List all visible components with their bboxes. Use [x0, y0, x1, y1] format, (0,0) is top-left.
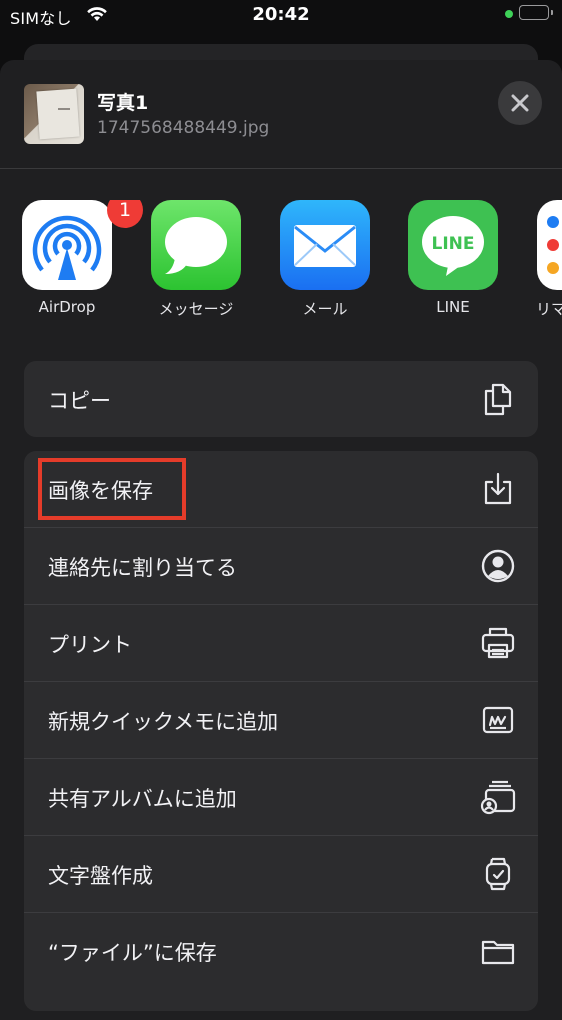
app-reminders[interactable]: リマ	[534, 200, 562, 319]
quick-note-action[interactable]: 新規クイックメモに追加	[24, 682, 538, 759]
shared-album-action[interactable]: 共有アルバムに追加	[24, 759, 538, 836]
save-to-files-label: “ファイル”に保存	[48, 941, 217, 965]
app-label: リマ	[536, 300, 562, 318]
status-bar: SIMなし 20:42	[0, 0, 562, 34]
battery-icon	[519, 5, 549, 20]
shared-album-icon	[480, 779, 516, 815]
watch-face-label: 文字盤作成	[48, 864, 153, 888]
quick-note-icon	[480, 702, 516, 738]
airdrop-icon	[22, 200, 112, 290]
shared-album-label: 共有アルバムに追加	[48, 787, 237, 811]
copy-group: コピー	[24, 361, 538, 437]
highlight-annotation-box	[38, 458, 186, 520]
action-list: 画像を保存 連絡先に割り当てる プリント 新規クイックメモに追加 共有アルバムに…	[24, 451, 538, 1011]
printer-icon	[480, 625, 516, 661]
quick-note-label: 新規クイックメモに追加	[48, 710, 279, 734]
app-airdrop[interactable]: 1 AirDrop	[19, 200, 143, 316]
copy-label: コピー	[48, 389, 111, 413]
app-row: 1 AirDrop メッセージ メール LINE LINE リマ	[0, 200, 562, 330]
share-sheet-header: 写真1 1747568488449.jpg	[0, 60, 562, 169]
line-icon: LINE	[408, 200, 498, 290]
assign-to-contact-action[interactable]: 連絡先に割り当てる	[24, 528, 538, 605]
watch-icon	[480, 856, 516, 892]
print-action[interactable]: プリント	[24, 605, 538, 682]
share-sheet: 写真1 1747568488449.jpg 1 AirDrop メッセージ メー…	[0, 60, 562, 1020]
copy-action[interactable]: コピー	[24, 361, 538, 437]
line-logo-text: LINE	[432, 234, 475, 254]
app-line[interactable]: LINE LINE	[405, 200, 501, 316]
notification-badge: 1	[107, 200, 143, 228]
print-label: プリント	[48, 633, 132, 657]
save-to-files-action[interactable]: “ファイル”に保存	[24, 913, 538, 989]
close-icon	[511, 94, 529, 112]
app-label: LINE	[436, 298, 470, 316]
app-label: AirDrop	[38, 298, 96, 316]
assign-contact-label: 連絡先に割り当てる	[48, 556, 237, 580]
app-label: メッセージ	[158, 300, 234, 318]
reminders-icon	[537, 200, 562, 290]
item-filename: 1747568488449.jpg	[97, 118, 270, 138]
contact-icon	[480, 548, 516, 584]
app-messages[interactable]: メッセージ	[148, 200, 244, 319]
app-label: メール	[302, 300, 348, 318]
mail-icon	[280, 200, 370, 290]
app-mail[interactable]: メール	[277, 200, 373, 319]
photo-thumbnail	[24, 84, 84, 144]
close-button[interactable]	[498, 81, 542, 125]
clock: 20:42	[252, 4, 310, 25]
item-title: 写真1	[97, 92, 149, 114]
messages-icon	[151, 200, 241, 290]
battery-tip	[551, 10, 553, 15]
copy-icon	[480, 381, 516, 417]
privacy-indicator-dot	[505, 10, 513, 18]
folder-icon	[480, 933, 516, 969]
save-to-photos-icon	[480, 471, 516, 507]
create-watch-face-action[interactable]: 文字盤作成	[24, 836, 538, 913]
